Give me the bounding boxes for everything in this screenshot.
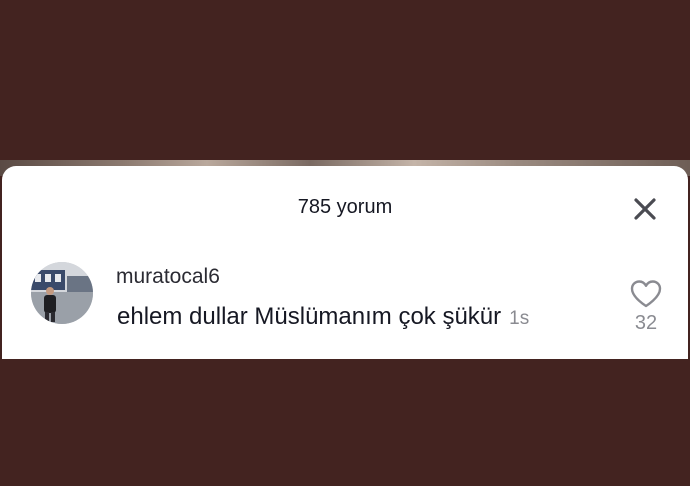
comment-text: ehlem dullar Müslümanım çok şükür: [117, 303, 502, 330]
heart-outline-icon: [630, 280, 662, 308]
comment-username[interactable]: muratocal6: [116, 264, 220, 290]
comment-body: ehlem dullar Müslümanım çok şükür 1s: [117, 302, 529, 334]
avatar[interactable]: [31, 262, 93, 324]
close-button[interactable]: [628, 192, 662, 226]
comments-sheet: 785 yorum muratocal6 ehlem dullar Müslüm…: [2, 166, 688, 359]
like-button[interactable]: [628, 278, 664, 310]
comments-header: 785 yorum: [2, 194, 688, 220]
comment-count-title: 785 yorum: [297, 196, 393, 218]
comment-item: muratocal6 ehlem dullar Müslümanım çok ş…: [2, 262, 688, 342]
close-icon: [634, 198, 656, 220]
comment-timestamp: 1s: [509, 308, 530, 329]
like-count: 32: [634, 312, 658, 334]
